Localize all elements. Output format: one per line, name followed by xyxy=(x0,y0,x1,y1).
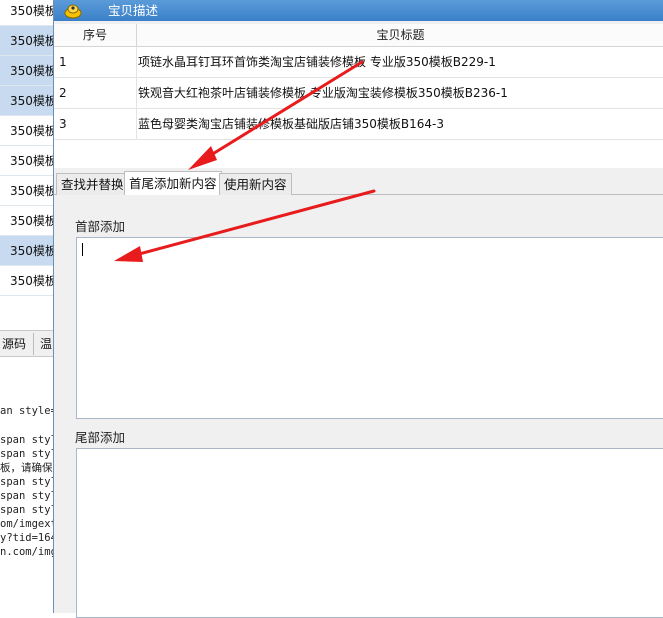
item-title-table: 序号 宝贝标题 1 项链水晶耳钉耳环首饰类淘宝店铺装修模板 专业版350模板B2… xyxy=(54,24,663,168)
row-title: 项链水晶耳钉耳环首饰类淘宝店铺装修模板 专业版350模板B229-1 xyxy=(138,55,496,69)
template-list-item[interactable]: 350模板 xyxy=(0,146,53,176)
code-line: om/imgext xyxy=(0,518,53,530)
dialog-title: 宝贝描述 xyxy=(108,3,159,18)
row-title: 铁观音大红袍茶叶店铺装修模板 专业版淘宝装修模板350模板B236-1 xyxy=(138,86,508,100)
code-line: span styl xyxy=(0,504,53,516)
template-list-item[interactable]: 350模板 xyxy=(0,56,53,86)
row-index: 3 xyxy=(59,117,67,131)
dialog-titlebar[interactable]: 宝贝描述 xyxy=(54,0,663,21)
table-row[interactable]: 1 项链水晶耳钉耳环首饰类淘宝店铺装修模板 专业版350模板B229-1 xyxy=(54,47,663,78)
code-line: span styl xyxy=(0,434,53,446)
template-list-item[interactable]: 350模板 xyxy=(0,116,53,146)
table-header: 序号 宝贝标题 xyxy=(54,24,663,47)
table-row[interactable]: 2 铁观音大红袍茶叶店铺装修模板 专业版淘宝装修模板350模板B236-1 xyxy=(54,78,663,109)
tab-use-new-content[interactable]: 使用新内容 xyxy=(219,173,292,195)
head-add-label: 首部添加 xyxy=(75,219,126,234)
code-line: 板，请确保 xyxy=(0,462,53,474)
table-row[interactable]: 3 蓝色母婴类淘宝店铺装修模板基础版店铺350模板B164-3 xyxy=(54,109,663,140)
text-caret xyxy=(82,243,83,256)
column-header-index[interactable]: 序号 xyxy=(54,24,137,46)
tab-find-replace[interactable]: 查找并替换 xyxy=(56,173,129,195)
background-tab-source[interactable]: 源码 xyxy=(0,333,34,355)
template-list-item[interactable]: 350模板 xyxy=(0,0,53,26)
row-index: 2 xyxy=(59,86,67,100)
tail-add-label: 尾部添加 xyxy=(75,430,126,445)
code-line: n.com/img xyxy=(0,546,53,558)
background-code-editor[interactable]: an style= span styl span styl 板，请确保 span sty… xyxy=(0,357,53,613)
background-template-list: 350模板 350模板 350模板 350模板 350模板 350模板 350模板 350模板… xyxy=(0,0,53,330)
mode-tab-strip: 查找并替换 首尾添加新内容 使用新内容 xyxy=(54,171,663,195)
code-line: y?tid=164 xyxy=(0,532,53,544)
row-title: 蓝色母婴类淘宝店铺装修模板基础版店铺350模板B164-3 xyxy=(138,117,445,131)
code-line: span styl xyxy=(0,490,53,502)
background-tab-strip: 源码 温 xyxy=(0,330,53,357)
background-tab-preview[interactable]: 温 xyxy=(38,333,53,355)
app-logo-icon xyxy=(64,4,82,19)
code-line: span styl xyxy=(0,448,53,460)
code-line: span styl xyxy=(0,476,53,488)
column-header-title[interactable]: 宝贝标题 xyxy=(137,24,663,46)
code-line: an style= xyxy=(0,405,53,417)
add-head-tail-panel: 首部添加 尾部添加 xyxy=(54,195,663,618)
template-list-item[interactable]: 350模板 xyxy=(0,236,53,266)
item-description-dialog: 宝贝描述 序号 宝贝标题 1 项链水晶耳钉耳环首饰类淘宝店铺装修模板 专业版35… xyxy=(53,0,663,618)
head-add-textarea[interactable] xyxy=(76,237,663,419)
template-list-item[interactable]: 350模板 xyxy=(0,266,53,296)
tab-add-head-tail[interactable]: 首尾添加新内容 xyxy=(124,171,222,195)
row-index: 1 xyxy=(59,55,67,69)
template-list-item[interactable]: 350模板 xyxy=(0,86,53,116)
template-list-item[interactable]: 350模板 xyxy=(0,176,53,206)
template-list-item[interactable]: 350模板 xyxy=(0,26,53,56)
tail-add-textarea[interactable] xyxy=(76,448,663,618)
template-list-item[interactable]: 350模板 xyxy=(0,206,53,236)
